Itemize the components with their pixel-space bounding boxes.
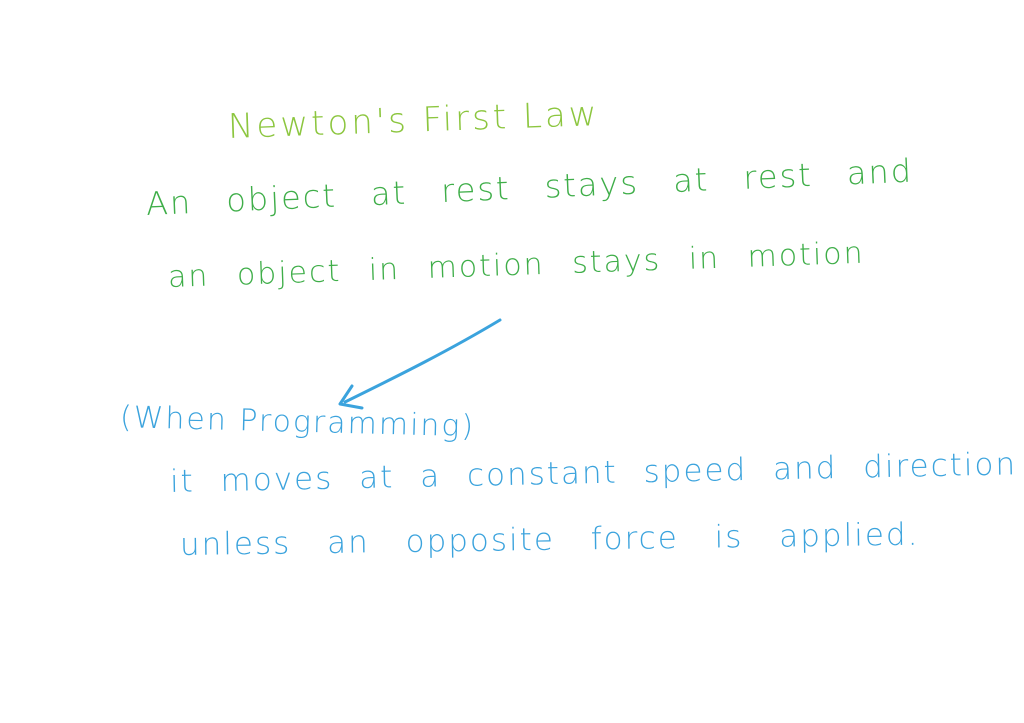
law-statement-line-2: an object in motion stays in motion [167,235,866,295]
context-label: (When Programming) [119,400,476,445]
explanation-line-2: unless an opposite force is applied. [179,516,920,563]
note-title: Newton's First Law [227,94,601,147]
explanation-line-1: it moves at a constant speed and directi… [169,446,1018,500]
law-statement-line-1: An object at rest stays at rest and [145,151,914,223]
whiteboard-canvas: Newton's First Law An object at rest sta… [0,0,1024,723]
